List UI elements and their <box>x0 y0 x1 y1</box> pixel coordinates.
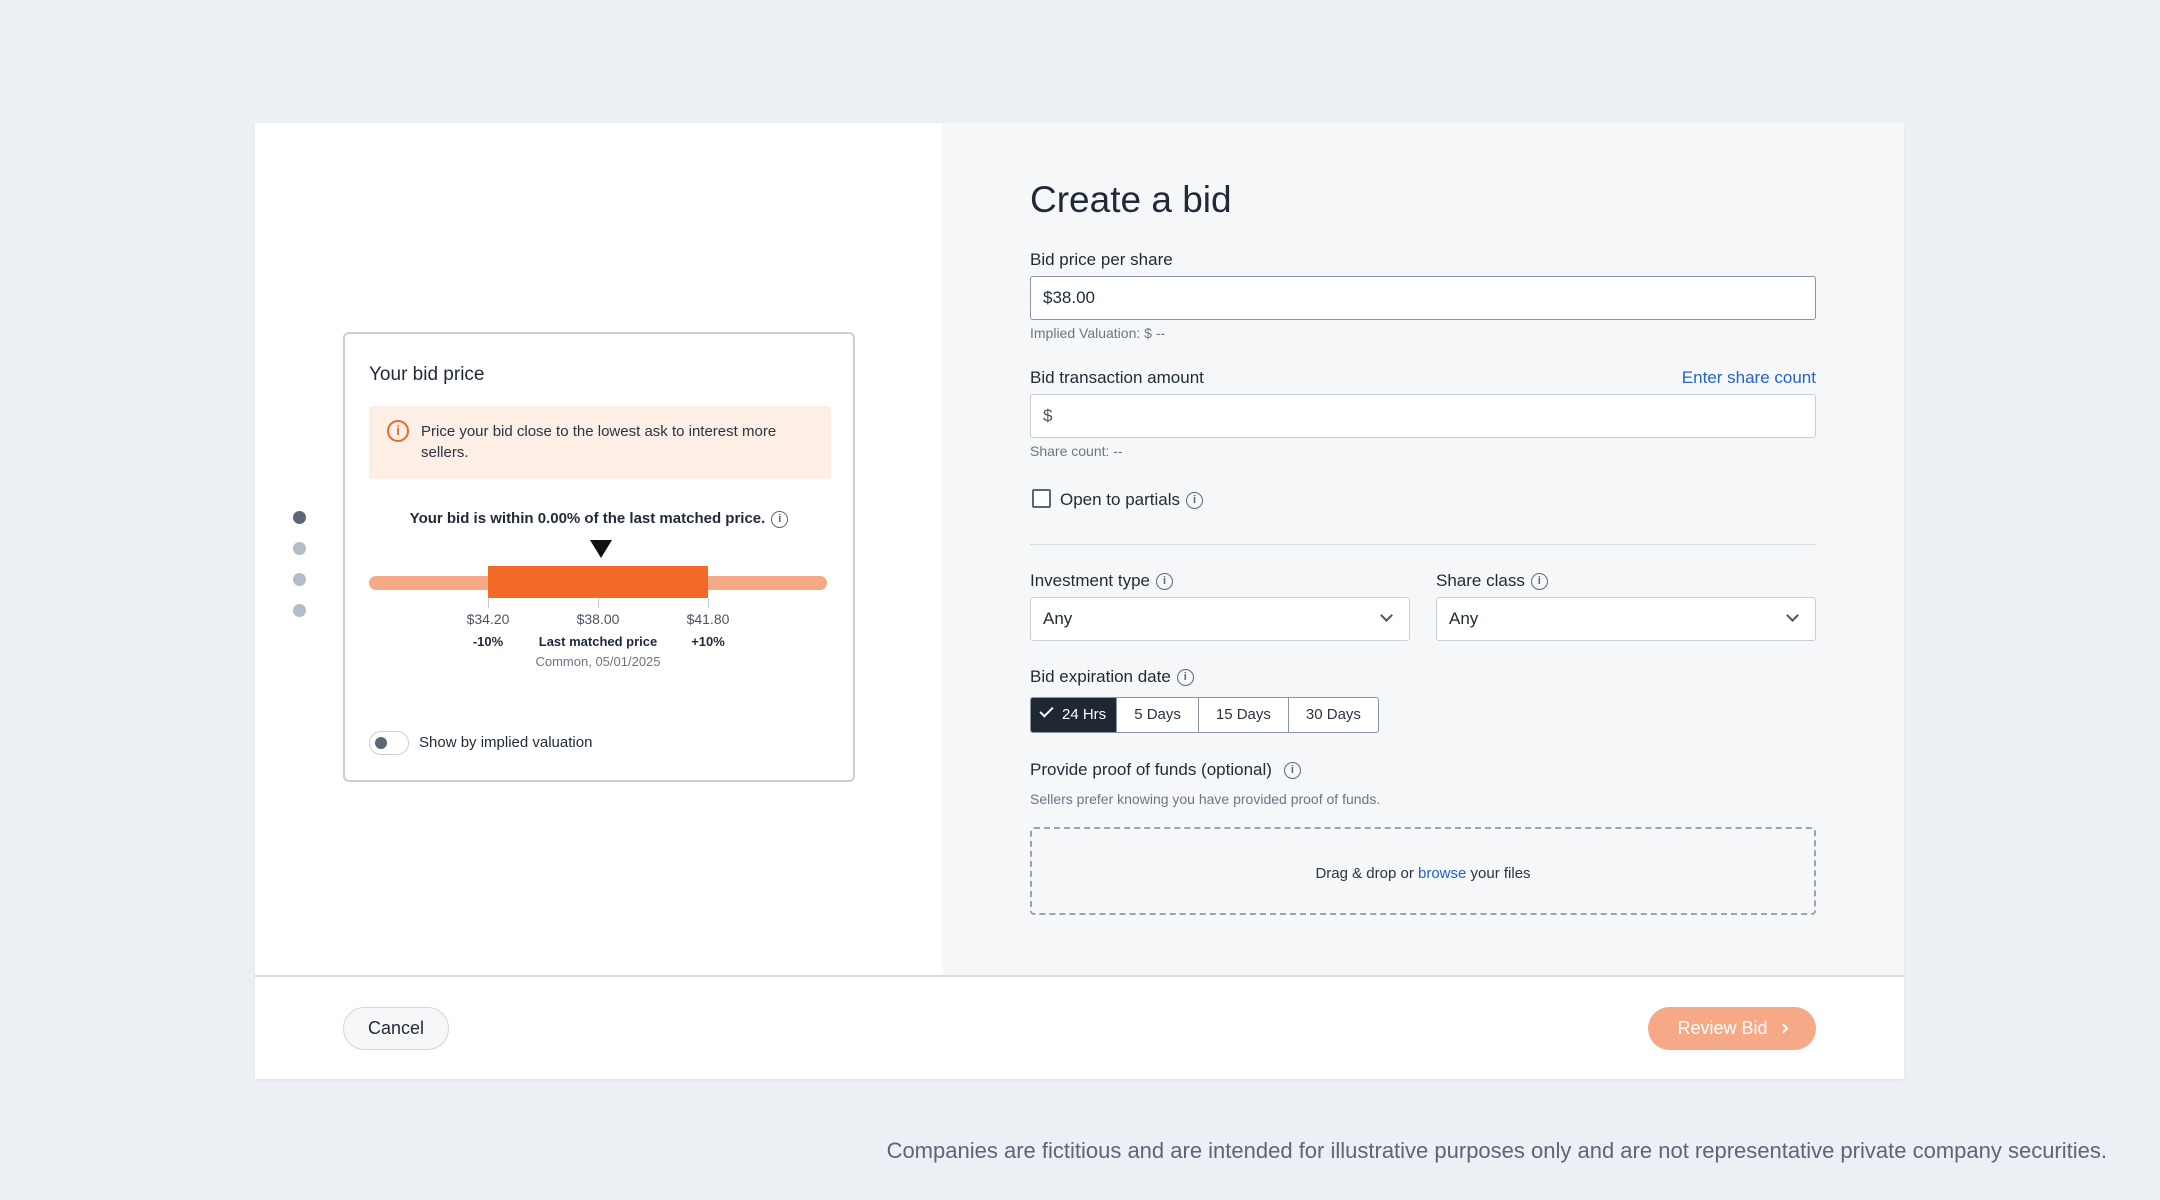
high-price-label: $41.80 +10% <box>648 611 768 649</box>
price-range-band <box>488 566 708 598</box>
dropzone-text: Drag & drop or browse your files <box>1032 865 1814 882</box>
info-icon[interactable]: i <box>1186 492 1204 510</box>
info-icon[interactable]: i <box>1176 669 1194 687</box>
high-pct: +10% <box>691 634 725 649</box>
info-icon[interactable]: i <box>1530 573 1548 591</box>
expiration-option-30days[interactable]: 30 Days <box>1287 698 1378 732</box>
high-price: $41.80 <box>686 611 730 627</box>
alert-text: Price your bid close to the lowest ask t… <box>421 423 777 461</box>
investment-type-text: Investment type <box>1030 571 1151 590</box>
chevron-right-icon <box>1778 1023 1788 1034</box>
expiration-option-24hrs[interactable]: 24 Hrs <box>1031 698 1117 732</box>
proof-of-funds-label: Provide proof of funds (optional) i <box>1030 760 1301 780</box>
drop-suffix: your files <box>1470 865 1531 882</box>
step-dot-1[interactable] <box>293 511 306 524</box>
investment-type-select[interactable]: Any <box>1030 597 1410 641</box>
open-to-partials-text: Open to partials <box>1060 490 1181 509</box>
implied-valuation: Implied Valuation: $ -- <box>1030 325 1166 341</box>
expiration-option-15days[interactable]: 15 Days <box>1197 698 1288 732</box>
proof-of-funds-text: Provide proof of funds (optional) <box>1030 760 1272 779</box>
expiration-segmented-control: 24 Hrs 5 Days 15 Days 30 Days <box>1030 697 1379 733</box>
info-icon[interactable]: i <box>771 510 789 528</box>
chevron-down-icon <box>1380 609 1393 622</box>
modal-footer: Cancel Review Bid <box>255 975 1904 1079</box>
bid-form-pane: Create a bid Bid price per share $38.00 … <box>942 123 1904 975</box>
divider <box>1030 544 1816 545</box>
transaction-amount-input[interactable]: $ <box>1030 394 1816 438</box>
file-dropzone[interactable]: Drag & drop or browse your files <box>1030 827 1816 915</box>
card-title: Your bid price <box>369 364 485 385</box>
browse-link[interactable]: browse <box>1418 865 1466 882</box>
expiration-label: Bid expiration date i <box>1030 667 1194 687</box>
mid-sub: Common, 05/01/2025 <box>535 654 661 669</box>
share-class-text: Share class <box>1436 571 1525 590</box>
review-bid-label: Review Bid <box>1677 1018 1768 1038</box>
toggle-knob <box>375 737 387 749</box>
investment-type-value: Any <box>1043 609 1073 628</box>
page-title: Create a bid <box>1030 179 1232 220</box>
step-indicator <box>293 511 306 635</box>
implied-valuation-toggle[interactable] <box>369 731 409 755</box>
bid-marker-icon <box>590 540 612 558</box>
transaction-amount-label: Bid transaction amount <box>1030 368 1204 387</box>
investment-type-label: Investment type i <box>1030 571 1174 591</box>
tick-mid <box>598 598 599 608</box>
info-icon[interactable]: i <box>1283 762 1301 780</box>
enter-share-count-link[interactable]: Enter share count <box>1682 368 1816 388</box>
check-icon <box>1039 703 1054 718</box>
open-to-partials-label: Open to partials i <box>1060 490 1204 510</box>
step-dot-3[interactable] <box>293 573 306 586</box>
share-count: Share count: -- <box>1030 443 1123 459</box>
bid-price-value: $38.00 <box>1043 288 1095 307</box>
expiration-option-5days[interactable]: 5 Days <box>1116 698 1198 732</box>
step-dot-2[interactable] <box>293 542 306 555</box>
open-to-partials-checkbox[interactable] <box>1032 489 1051 508</box>
toggle-label: Show by implied valuation <box>419 734 593 751</box>
tick-low <box>488 598 489 608</box>
drop-prefix: Drag & drop or <box>1315 865 1414 882</box>
price-alert: i Price your bid close to the lowest ask… <box>369 406 831 479</box>
bid-price-input[interactable]: $38.00 <box>1030 276 1816 320</box>
bid-within-text: Your bid is within 0.00% of the last mat… <box>345 510 853 528</box>
info-icon[interactable]: i <box>1156 573 1174 591</box>
bid-preview-pane: Your bid price i Price your bid close to… <box>255 123 942 975</box>
within-label: Your bid is within 0.00% of the last mat… <box>409 510 766 527</box>
transaction-amount-value: $ <box>1043 406 1053 425</box>
review-bid-button[interactable]: Review Bid <box>1648 1007 1816 1050</box>
share-class-label: Share class i <box>1436 571 1548 591</box>
proof-of-funds-hint: Sellers prefer knowing you have provided… <box>1030 791 1381 807</box>
expiration-text: Bid expiration date <box>1030 667 1171 686</box>
disclaimer: Companies are fictitious and are intende… <box>886 1138 2107 1163</box>
cancel-button[interactable]: Cancel <box>343 1007 449 1050</box>
create-bid-modal: Your bid price i Price your bid close to… <box>255 123 1904 1079</box>
info-icon: i <box>387 420 409 442</box>
step-dot-4[interactable] <box>293 604 306 617</box>
bid-price-card: Your bid price i Price your bid close to… <box>343 332 855 782</box>
share-class-select[interactable]: Any <box>1436 597 1816 641</box>
tick-high <box>708 598 709 608</box>
chevron-down-icon <box>1786 609 1799 622</box>
share-class-value: Any <box>1449 609 1479 628</box>
expiration-option-label: 24 Hrs <box>1062 706 1107 723</box>
bid-price-label: Bid price per share <box>1030 250 1173 269</box>
